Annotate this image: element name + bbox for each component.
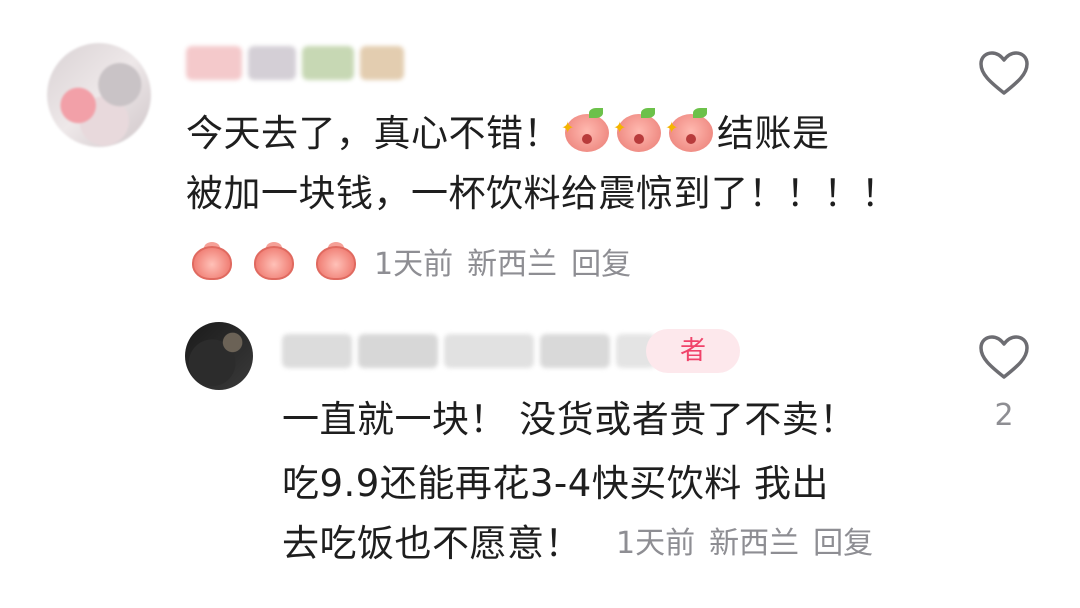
reply-like-count: 2 xyxy=(994,398,1014,433)
comment-thread: 今天去了，真心不错！ ✦ ✦ ✦ 结账是 被加一块钱，一杯饮料给震惊到了！！！！ 1天前… xyxy=(0,0,1080,608)
comment-text: 结账是 xyxy=(717,112,830,155)
reply-button[interactable]: 回复 xyxy=(813,526,873,561)
reply-button[interactable]: 回复 xyxy=(571,247,631,282)
reply-text-line-2: 吃9.9还能再花3-4快买饮料 我出 xyxy=(282,462,830,505)
username-blob xyxy=(358,334,438,368)
comment-text-line-2: 被加一块钱，一杯饮料给震惊到了！！！！ xyxy=(186,172,899,215)
heart-outline-icon xyxy=(979,335,1029,379)
reply-meta: 1天前 新西兰 回复 xyxy=(616,524,887,564)
comment-text-line-1: 今天去了，真心不错！ ✦ ✦ ✦ 结账是 xyxy=(186,104,830,164)
reply-location: 新西兰 xyxy=(709,526,800,561)
author-badge: 者 xyxy=(646,329,740,373)
comment-text: 今天去了，真心不错！ xyxy=(186,112,561,155)
username-blob xyxy=(186,46,242,80)
surprised-face-emoji-icon: ✦ xyxy=(665,108,715,152)
username-blob xyxy=(540,334,610,368)
username-blurred[interactable] xyxy=(186,46,404,80)
comment-location: 新西兰 xyxy=(467,247,558,282)
avatar[interactable] xyxy=(47,43,151,147)
surprised-face-emoji-icon: ✦ xyxy=(561,108,611,152)
peach-emoji-icon xyxy=(312,242,360,282)
comment-meta: 1天前 新西兰 回复 xyxy=(188,242,645,285)
reply-time: 1天前 xyxy=(616,526,696,561)
username-blob xyxy=(360,46,404,80)
comment-time: 1天前 xyxy=(374,247,454,282)
heart-outline-icon xyxy=(979,51,1029,95)
peach-emoji-icon xyxy=(250,242,298,282)
reply-text-line-3-row: 去吃饭也不愿意！ xyxy=(282,514,582,574)
username-blob xyxy=(248,46,296,80)
peach-emoji-icon xyxy=(188,242,236,282)
username-blob xyxy=(302,46,354,80)
reply-text-line-1: 一直就一块！ 没货或者贵了不卖！ xyxy=(282,398,857,441)
like-heart-icon[interactable] xyxy=(978,50,1030,96)
username-blob xyxy=(444,334,534,368)
reply-username-blurred[interactable] xyxy=(282,334,656,368)
reply-text: 去吃饭也不愿意！ xyxy=(282,522,582,565)
surprised-face-emoji-icon: ✦ xyxy=(613,108,663,152)
reply-like-heart-icon[interactable] xyxy=(978,334,1030,380)
reply-avatar[interactable] xyxy=(185,322,253,390)
username-blob xyxy=(282,334,352,368)
